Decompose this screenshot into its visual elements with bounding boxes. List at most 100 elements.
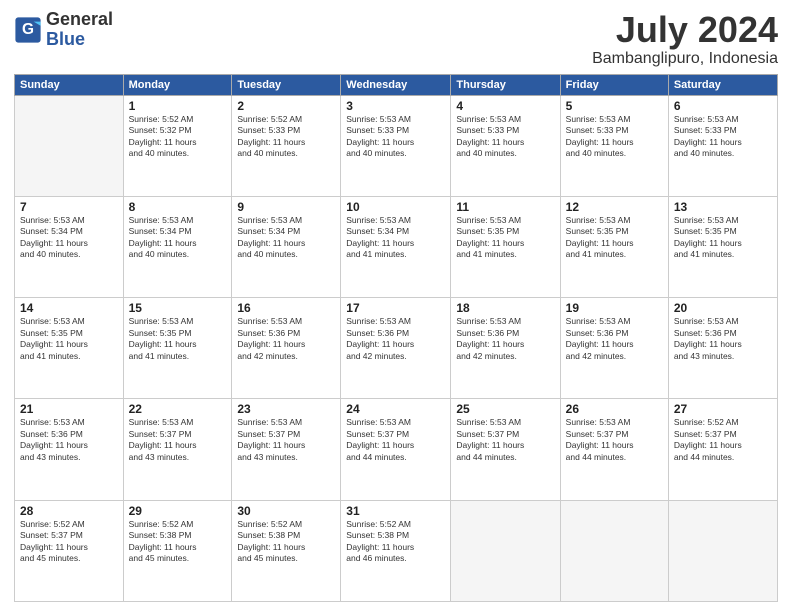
day-number: 13 xyxy=(674,200,772,214)
calendar-day-cell: 11Sunrise: 5:53 AM Sunset: 5:35 PM Dayli… xyxy=(451,196,560,297)
calendar-day-cell: 6Sunrise: 5:53 AM Sunset: 5:33 PM Daylig… xyxy=(668,95,777,196)
day-number: 5 xyxy=(566,99,663,113)
calendar-day-cell: 2Sunrise: 5:52 AM Sunset: 5:33 PM Daylig… xyxy=(232,95,341,196)
calendar-day-cell: 13Sunrise: 5:53 AM Sunset: 5:35 PM Dayli… xyxy=(668,196,777,297)
calendar-day-cell: 27Sunrise: 5:52 AM Sunset: 5:37 PM Dayli… xyxy=(668,399,777,500)
day-number: 19 xyxy=(566,301,663,315)
calendar-day-cell: 8Sunrise: 5:53 AM Sunset: 5:34 PM Daylig… xyxy=(123,196,232,297)
day-number: 21 xyxy=(20,402,118,416)
calendar-day-cell: 30Sunrise: 5:52 AM Sunset: 5:38 PM Dayli… xyxy=(232,500,341,601)
calendar-day-cell: 7Sunrise: 5:53 AM Sunset: 5:34 PM Daylig… xyxy=(15,196,124,297)
logo-icon: G xyxy=(14,16,42,44)
day-number: 20 xyxy=(674,301,772,315)
month-title: July 2024 xyxy=(592,10,778,50)
calendar-day-cell: 16Sunrise: 5:53 AM Sunset: 5:36 PM Dayli… xyxy=(232,298,341,399)
calendar-header-cell: Tuesday xyxy=(232,74,341,95)
day-info: Sunrise: 5:53 AM Sunset: 5:37 PM Dayligh… xyxy=(346,417,445,463)
day-info: Sunrise: 5:53 AM Sunset: 5:34 PM Dayligh… xyxy=(129,215,227,261)
logo: G General Blue xyxy=(14,10,113,50)
calendar-table: SundayMondayTuesdayWednesdayThursdayFrid… xyxy=(14,74,778,602)
calendar-day-cell: 24Sunrise: 5:53 AM Sunset: 5:37 PM Dayli… xyxy=(341,399,451,500)
day-info: Sunrise: 5:53 AM Sunset: 5:36 PM Dayligh… xyxy=(237,316,335,362)
day-number: 16 xyxy=(237,301,335,315)
header: G General Blue July 2024 Bambanglipuro, … xyxy=(14,10,778,68)
day-info: Sunrise: 5:53 AM Sunset: 5:36 PM Dayligh… xyxy=(566,316,663,362)
calendar-day-cell xyxy=(451,500,560,601)
day-number: 12 xyxy=(566,200,663,214)
day-number: 7 xyxy=(20,200,118,214)
calendar-day-cell: 26Sunrise: 5:53 AM Sunset: 5:37 PM Dayli… xyxy=(560,399,668,500)
day-number: 28 xyxy=(20,504,118,518)
calendar-day-cell xyxy=(668,500,777,601)
day-number: 11 xyxy=(456,200,554,214)
calendar-day-cell: 9Sunrise: 5:53 AM Sunset: 5:34 PM Daylig… xyxy=(232,196,341,297)
title-block: July 2024 Bambanglipuro, Indonesia xyxy=(592,10,778,68)
calendar-day-cell: 5Sunrise: 5:53 AM Sunset: 5:33 PM Daylig… xyxy=(560,95,668,196)
calendar-header-cell: Wednesday xyxy=(341,74,451,95)
calendar-header-cell: Sunday xyxy=(15,74,124,95)
day-number: 2 xyxy=(237,99,335,113)
day-number: 22 xyxy=(129,402,227,416)
day-number: 4 xyxy=(456,99,554,113)
svg-text:G: G xyxy=(22,21,34,38)
day-info: Sunrise: 5:53 AM Sunset: 5:34 PM Dayligh… xyxy=(237,215,335,261)
day-number: 15 xyxy=(129,301,227,315)
calendar-day-cell: 10Sunrise: 5:53 AM Sunset: 5:34 PM Dayli… xyxy=(341,196,451,297)
calendar-header-cell: Monday xyxy=(123,74,232,95)
calendar-day-cell: 23Sunrise: 5:53 AM Sunset: 5:37 PM Dayli… xyxy=(232,399,341,500)
calendar-day-cell: 1Sunrise: 5:52 AM Sunset: 5:32 PM Daylig… xyxy=(123,95,232,196)
calendar-day-cell xyxy=(560,500,668,601)
day-info: Sunrise: 5:53 AM Sunset: 5:33 PM Dayligh… xyxy=(456,114,554,160)
calendar-header-cell: Thursday xyxy=(451,74,560,95)
day-info: Sunrise: 5:53 AM Sunset: 5:37 PM Dayligh… xyxy=(129,417,227,463)
day-info: Sunrise: 5:53 AM Sunset: 5:35 PM Dayligh… xyxy=(129,316,227,362)
day-info: Sunrise: 5:53 AM Sunset: 5:35 PM Dayligh… xyxy=(566,215,663,261)
day-info: Sunrise: 5:53 AM Sunset: 5:33 PM Dayligh… xyxy=(346,114,445,160)
day-info: Sunrise: 5:52 AM Sunset: 5:37 PM Dayligh… xyxy=(674,417,772,463)
day-info: Sunrise: 5:53 AM Sunset: 5:36 PM Dayligh… xyxy=(674,316,772,362)
day-info: Sunrise: 5:52 AM Sunset: 5:38 PM Dayligh… xyxy=(237,519,335,565)
calendar-week-row: 21Sunrise: 5:53 AM Sunset: 5:36 PM Dayli… xyxy=(15,399,778,500)
day-number: 18 xyxy=(456,301,554,315)
logo-line1: General xyxy=(46,10,113,30)
calendar-day-cell: 31Sunrise: 5:52 AM Sunset: 5:38 PM Dayli… xyxy=(341,500,451,601)
day-info: Sunrise: 5:53 AM Sunset: 5:36 PM Dayligh… xyxy=(456,316,554,362)
day-number: 17 xyxy=(346,301,445,315)
day-info: Sunrise: 5:53 AM Sunset: 5:36 PM Dayligh… xyxy=(20,417,118,463)
day-number: 25 xyxy=(456,402,554,416)
day-number: 29 xyxy=(129,504,227,518)
calendar-day-cell: 12Sunrise: 5:53 AM Sunset: 5:35 PM Dayli… xyxy=(560,196,668,297)
day-info: Sunrise: 5:53 AM Sunset: 5:37 PM Dayligh… xyxy=(566,417,663,463)
calendar-day-cell: 20Sunrise: 5:53 AM Sunset: 5:36 PM Dayli… xyxy=(668,298,777,399)
day-info: Sunrise: 5:53 AM Sunset: 5:33 PM Dayligh… xyxy=(674,114,772,160)
day-number: 24 xyxy=(346,402,445,416)
day-info: Sunrise: 5:53 AM Sunset: 5:37 PM Dayligh… xyxy=(456,417,554,463)
day-info: Sunrise: 5:52 AM Sunset: 5:33 PM Dayligh… xyxy=(237,114,335,160)
day-info: Sunrise: 5:53 AM Sunset: 5:34 PM Dayligh… xyxy=(20,215,118,261)
calendar-day-cell xyxy=(15,95,124,196)
calendar-day-cell: 18Sunrise: 5:53 AM Sunset: 5:36 PM Dayli… xyxy=(451,298,560,399)
calendar-day-cell: 22Sunrise: 5:53 AM Sunset: 5:37 PM Dayli… xyxy=(123,399,232,500)
calendar-header-cell: Friday xyxy=(560,74,668,95)
day-info: Sunrise: 5:53 AM Sunset: 5:36 PM Dayligh… xyxy=(346,316,445,362)
day-info: Sunrise: 5:53 AM Sunset: 5:37 PM Dayligh… xyxy=(237,417,335,463)
day-number: 3 xyxy=(346,99,445,113)
calendar-day-cell: 14Sunrise: 5:53 AM Sunset: 5:35 PM Dayli… xyxy=(15,298,124,399)
day-info: Sunrise: 5:52 AM Sunset: 5:37 PM Dayligh… xyxy=(20,519,118,565)
day-number: 26 xyxy=(566,402,663,416)
day-number: 6 xyxy=(674,99,772,113)
day-number: 9 xyxy=(237,200,335,214)
page: G General Blue July 2024 Bambanglipuro, … xyxy=(0,0,792,612)
day-number: 31 xyxy=(346,504,445,518)
calendar-day-cell: 28Sunrise: 5:52 AM Sunset: 5:37 PM Dayli… xyxy=(15,500,124,601)
calendar-header-row: SundayMondayTuesdayWednesdayThursdayFrid… xyxy=(15,74,778,95)
day-number: 14 xyxy=(20,301,118,315)
day-info: Sunrise: 5:53 AM Sunset: 5:33 PM Dayligh… xyxy=(566,114,663,160)
calendar-week-row: 7Sunrise: 5:53 AM Sunset: 5:34 PM Daylig… xyxy=(15,196,778,297)
day-info: Sunrise: 5:52 AM Sunset: 5:38 PM Dayligh… xyxy=(346,519,445,565)
calendar-day-cell: 25Sunrise: 5:53 AM Sunset: 5:37 PM Dayli… xyxy=(451,399,560,500)
calendar-day-cell: 17Sunrise: 5:53 AM Sunset: 5:36 PM Dayli… xyxy=(341,298,451,399)
calendar-day-cell: 21Sunrise: 5:53 AM Sunset: 5:36 PM Dayli… xyxy=(15,399,124,500)
day-number: 27 xyxy=(674,402,772,416)
day-info: Sunrise: 5:52 AM Sunset: 5:38 PM Dayligh… xyxy=(129,519,227,565)
